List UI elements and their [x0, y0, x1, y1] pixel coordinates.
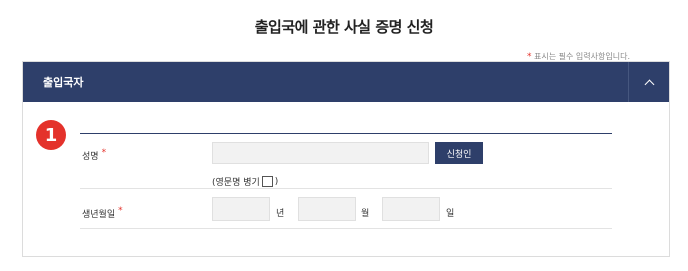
panel-toggle-button[interactable]: [628, 62, 669, 102]
required-star-icon: *: [527, 52, 532, 62]
required-star-icon: *: [118, 206, 123, 216]
english-name-label: (영문명 병기: [212, 178, 260, 188]
birth-label-text: 생년월일: [82, 210, 116, 220]
panel-header: 출입국자: [23, 62, 669, 102]
birth-day-input[interactable]: [382, 197, 440, 221]
year-unit: 년: [276, 209, 285, 219]
name-label-text: 성명: [82, 152, 99, 162]
panel-title: 출입국자: [43, 76, 84, 89]
form-top-divider: [80, 133, 612, 134]
required-note: * 표시는 필수 입력사항입니다.: [527, 51, 630, 62]
birth-label: 생년월일 *: [82, 206, 123, 220]
step-badge: 1: [36, 120, 66, 150]
applicant-auth-button[interactable]: 신청인: [435, 142, 483, 164]
page-title: 출입국에 관한 사실 증명 신청: [254, 18, 434, 36]
birth-month-input[interactable]: [298, 197, 356, 221]
day-unit: 일: [446, 209, 455, 219]
row-divider: [80, 228, 612, 229]
birth-year-input[interactable]: [212, 197, 270, 221]
chevron-up-icon: [644, 79, 654, 89]
english-name-close-paren: ): [274, 176, 279, 187]
month-unit: 월: [361, 209, 370, 219]
name-label: 성명 *: [82, 148, 106, 162]
english-name-note: (영문명 병기 ): [212, 175, 278, 188]
required-note-text: 표시는 필수 입력사항입니다.: [534, 52, 630, 61]
required-star-icon: *: [101, 148, 107, 158]
row-divider: [80, 188, 612, 189]
name-input[interactable]: [212, 142, 429, 164]
english-name-checkbox[interactable]: [261, 176, 273, 187]
